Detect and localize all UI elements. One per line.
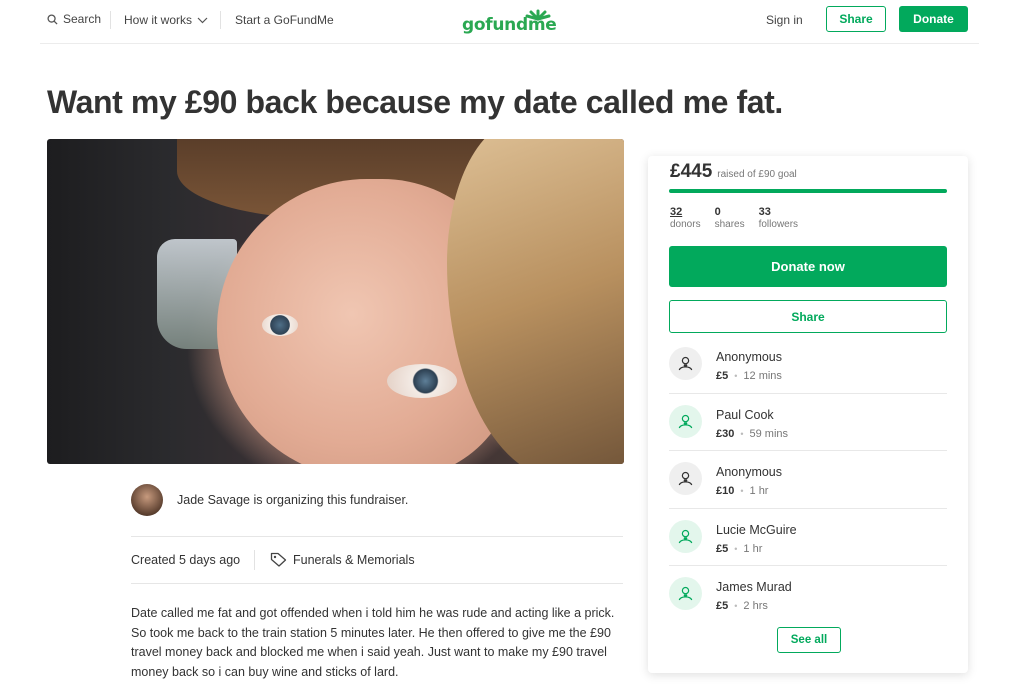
stat-label: shares	[714, 219, 745, 230]
divider	[131, 583, 623, 584]
donation-amount: £5	[716, 370, 729, 382]
sign-in-link[interactable]: Sign in	[766, 13, 803, 27]
donor-name: Paul Cook	[716, 407, 774, 422]
donation-row: Anonymous £10 • 1 hr	[669, 451, 947, 509]
category-link[interactable]: Funerals & Memorials	[270, 552, 415, 567]
donor-name: Lucie McGuire	[716, 522, 797, 537]
donation-amount: £30	[716, 427, 735, 440]
dot-separator: •	[734, 543, 738, 554]
donate-now-button[interactable]: Donate now	[669, 246, 947, 287]
donation-meta: £5 • 12 mins	[716, 370, 782, 382]
stat-shares: 0 shares	[715, 206, 745, 230]
stat-value: 32	[670, 206, 683, 218]
eye-left	[262, 314, 298, 336]
donation-time: 59 mins	[749, 427, 789, 440]
organizer-text: Jade Savage is organizing this fundraise…	[177, 493, 409, 507]
how-it-works-label: How it works	[124, 13, 193, 27]
progress-fill	[669, 189, 947, 193]
category-label: Funerals & Memorials	[293, 552, 415, 567]
donation-amount: £5	[716, 542, 729, 555]
campaign-story: Date called me fat and got offended when…	[131, 606, 615, 680]
donation-amount: £5	[716, 600, 729, 612]
campaign-hero-image	[47, 139, 624, 464]
donation-meta: £5 • 2 hrs	[716, 600, 768, 612]
donation-row: Paul Cook £30 • 59 mins	[669, 394, 947, 451]
campaign-title: Want my £90 back because my date called …	[47, 84, 783, 120]
meta-divider	[254, 550, 255, 570]
nav-divider	[220, 11, 221, 29]
donation-row: James Murad £5 • 2 hrs	[669, 566, 947, 624]
divider	[131, 536, 623, 537]
recent-donations-list: Anonymous £5 • 12 mins Paul Cook £30 • 59 mi…	[669, 336, 947, 624]
donor-icon	[669, 347, 702, 380]
donation-time: 1 hr	[749, 485, 769, 497]
campaign-stats: 32 donors 0 shares 33 followers	[670, 206, 798, 230]
created-date: Created 5 days ago	[131, 553, 241, 567]
top-nav: Search How it works Start a GoFundMe gof…	[0, 0, 1019, 44]
donor-icon	[669, 462, 702, 495]
donation-sidebar: £445 raised of £90 goal 32 donors 0 shar…	[648, 156, 968, 673]
search-link[interactable]: Search	[47, 12, 101, 26]
header-donate-button[interactable]: Donate	[899, 6, 968, 32]
goal-text: raised of £90 goal	[717, 169, 797, 180]
nav-divider	[110, 11, 111, 29]
gofundme-logo[interactable]: gofundme	[462, 5, 557, 35]
donation-row: Anonymous £5 • 12 mins	[669, 336, 947, 394]
stat-value: 0	[714, 206, 721, 218]
dot-separator: •	[734, 371, 738, 381]
stat-followers: 33 followers	[759, 206, 798, 230]
donation-meta: £30 • 59 mins	[716, 428, 788, 440]
stat-donors[interactable]: 32 donors	[670, 206, 701, 230]
stat-label: donors	[670, 219, 701, 230]
donation-row: Lucie McGuire £5 • 1 hr	[669, 509, 947, 566]
tag-icon	[270, 552, 287, 567]
header-divider	[40, 43, 979, 44]
donor-icon	[669, 577, 702, 610]
donation-time: 1 hr	[743, 542, 763, 555]
organizer-avatar[interactable]	[131, 484, 163, 516]
start-gofundme-link[interactable]: Start a GoFundMe	[235, 13, 334, 27]
logo-wordmark: gofundme	[462, 15, 557, 35]
donation-time: 12 mins	[743, 370, 782, 382]
stat-label: followers	[758, 219, 799, 230]
search-label: Search	[63, 12, 102, 26]
header-share-button[interactable]: Share	[826, 6, 886, 32]
how-it-works-menu[interactable]: How it works	[124, 13, 208, 27]
see-all-button[interactable]: See all	[777, 627, 841, 653]
eye-right	[387, 364, 457, 398]
donation-meta: £5 • 1 hr	[716, 543, 762, 555]
dot-separator: •	[740, 486, 744, 496]
donation-amount: £10	[716, 485, 735, 497]
donor-icon	[669, 519, 702, 553]
donor-name: James Murad	[716, 580, 792, 594]
progress-bar	[669, 189, 947, 193]
donor-name: Anonymous	[716, 350, 783, 364]
share-button[interactable]: Share	[669, 300, 947, 333]
dot-separator: •	[740, 428, 744, 439]
dot-separator: •	[734, 601, 738, 611]
donor-icon	[669, 404, 702, 438]
donation-meta: £10 • 1 hr	[716, 485, 768, 497]
donor-name: Anonymous	[716, 465, 783, 479]
search-icon	[47, 13, 58, 25]
stat-value: 33	[758, 206, 771, 218]
donation-time: 2 hrs	[743, 600, 768, 612]
amount-raised: £445 raised of £90 goal	[670, 161, 797, 183]
chevron-down-icon	[197, 17, 208, 23]
raised-amount: £445	[670, 161, 713, 182]
